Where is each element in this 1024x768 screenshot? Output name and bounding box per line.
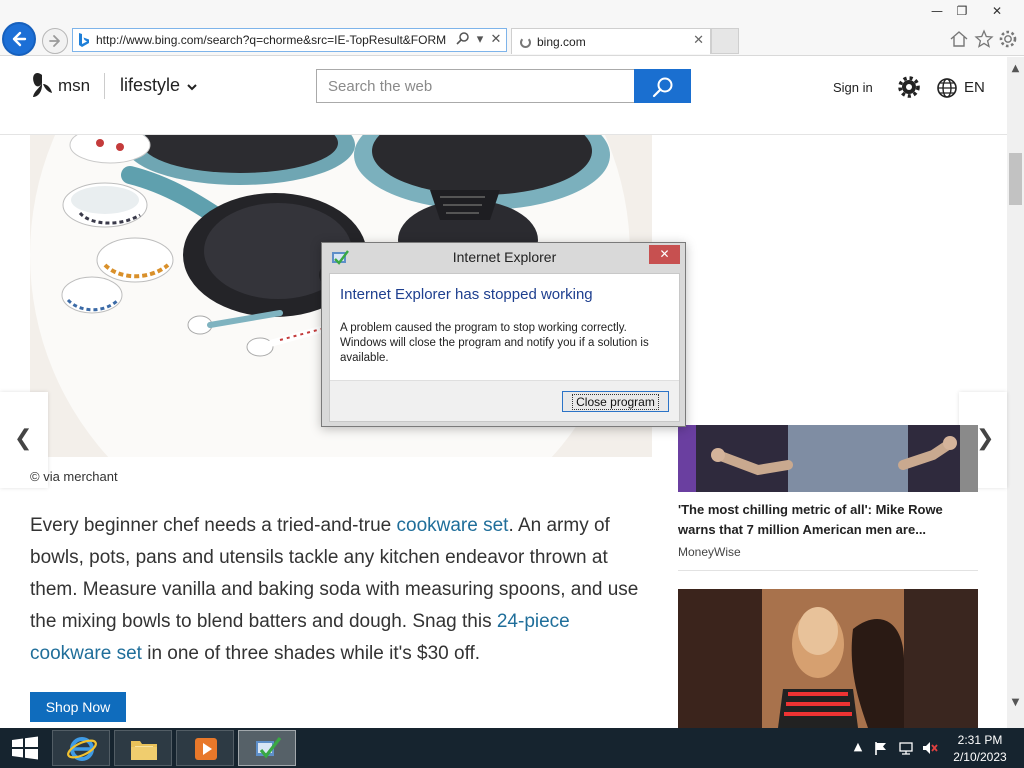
program-icon bbox=[256, 737, 282, 759]
network-icon[interactable] bbox=[898, 740, 914, 756]
article-text: in one of three shades while it's $30 of… bbox=[141, 643, 481, 664]
back-arrow-icon bbox=[12, 31, 27, 47]
globe-icon[interactable] bbox=[936, 77, 958, 99]
card-image[interactable] bbox=[678, 589, 978, 728]
card-title[interactable]: 'The most chilling metric of all': Mike … bbox=[678, 500, 978, 540]
chevron-right-icon: ❯ bbox=[976, 426, 995, 451]
taskbar-file-explorer[interactable] bbox=[114, 730, 172, 766]
language-label[interactable]: EN bbox=[964, 79, 985, 96]
tab-label: bing.com bbox=[537, 35, 586, 49]
msn-header: msn lifestyle Sign in EN bbox=[0, 57, 1007, 135]
cookware-set-link[interactable]: cookware set bbox=[397, 515, 509, 536]
bing-logo-icon bbox=[79, 33, 89, 47]
home-icon[interactable] bbox=[948, 28, 970, 50]
scroll-thumb[interactable] bbox=[1009, 153, 1022, 205]
image-credit: © via merchant bbox=[30, 469, 118, 484]
close-program-button[interactable]: Close program bbox=[562, 391, 669, 412]
taskbar-media-player[interactable] bbox=[176, 730, 234, 766]
tools-gear-icon[interactable] bbox=[997, 28, 1019, 50]
section-dropdown-label[interactable]: lifestyle bbox=[120, 75, 180, 96]
restore-button[interactable]: ❐ bbox=[950, 2, 974, 20]
browser-chrome: — ❐ ✕ http://www.bing.com/search?q=chorm… bbox=[0, 0, 1024, 56]
internet-explorer-icon bbox=[67, 737, 97, 761]
shop-now-button[interactable]: Shop Now bbox=[30, 692, 126, 722]
card-source: MoneyWise bbox=[678, 545, 741, 559]
address-bar[interactable]: http://www.bing.com/search?q=chorme&src=… bbox=[72, 28, 507, 52]
settings-gear-icon[interactable] bbox=[898, 76, 920, 98]
media-player-icon bbox=[195, 738, 217, 760]
address-url[interactable]: http://www.bing.com/search?q=chorme&src=… bbox=[96, 33, 454, 49]
card-divider bbox=[678, 570, 978, 571]
sign-in-link[interactable]: Sign in bbox=[833, 80, 873, 95]
volume-muted-icon[interactable] bbox=[922, 740, 938, 756]
page-scrollbar[interactable]: ▲ ▼ bbox=[1007, 57, 1024, 728]
minimize-button[interactable]: — bbox=[925, 2, 949, 20]
dialog-body: Internet Explorer has stopped working A … bbox=[329, 273, 680, 422]
dialog-heading: Internet Explorer has stopped working bbox=[340, 286, 593, 303]
dialog-close-button[interactable]: ✕ bbox=[649, 245, 680, 264]
clock-date[interactable]: 2/10/2023 bbox=[940, 750, 1020, 764]
chevron-down-icon[interactable] bbox=[186, 81, 198, 93]
chevron-left-icon: ❮ bbox=[14, 426, 33, 451]
loading-spinner-icon bbox=[520, 37, 531, 48]
msn-butterfly-logo-icon[interactable] bbox=[30, 71, 54, 99]
close-program-label: Close program bbox=[572, 393, 659, 410]
forward-arrow-icon bbox=[49, 35, 60, 47]
dialog-message: A problem caused the program to stop wor… bbox=[340, 322, 649, 364]
ie-stopped-working-dialog: Internet Explorer ✕ Internet Explorer ha… bbox=[321, 242, 686, 427]
scroll-down-icon[interactable]: ▼ bbox=[1007, 697, 1024, 711]
article-paragraph: Every beginner chef needs a tried-and-tr… bbox=[30, 510, 650, 670]
search-button[interactable] bbox=[634, 69, 691, 103]
taskbar-active-program[interactable] bbox=[238, 730, 296, 766]
search-input[interactable] bbox=[316, 69, 636, 103]
new-tab-button[interactable] bbox=[711, 28, 739, 54]
search-icon bbox=[652, 77, 673, 98]
clock-time[interactable]: 2:31 PM bbox=[940, 733, 1020, 747]
tab-bing[interactable]: bing.com ✕ bbox=[511, 28, 711, 54]
show-hidden-icons-icon[interactable]: ▲ bbox=[850, 740, 866, 756]
header-divider bbox=[104, 73, 105, 99]
windows-start-icon[interactable] bbox=[8, 736, 42, 760]
dialog-title: Internet Explorer bbox=[452, 249, 557, 265]
tab-close-icon[interactable]: ✕ bbox=[693, 33, 704, 48]
back-button[interactable] bbox=[2, 22, 36, 56]
msn-logo-text[interactable]: msn bbox=[58, 76, 90, 96]
favorites-star-icon[interactable] bbox=[973, 28, 995, 50]
taskbar: ▲ 2:31 PM 2/10/2023 bbox=[0, 728, 1024, 768]
card-image[interactable] bbox=[678, 425, 978, 492]
stop-icon[interactable]: ✕ bbox=[487, 31, 505, 49]
action-center-flag-icon[interactable] bbox=[873, 740, 889, 756]
folder-icon bbox=[131, 741, 157, 760]
dialog-footer: Close program bbox=[330, 380, 679, 421]
taskbar-internet-explorer[interactable] bbox=[52, 730, 110, 766]
window-close-button[interactable]: ✕ bbox=[985, 2, 1009, 20]
forward-button[interactable] bbox=[42, 28, 68, 54]
scroll-up-icon[interactable]: ▲ bbox=[1007, 63, 1024, 77]
search-icon[interactable] bbox=[454, 31, 472, 49]
article-text: Every beginner chef needs a tried-and-tr… bbox=[30, 515, 397, 536]
